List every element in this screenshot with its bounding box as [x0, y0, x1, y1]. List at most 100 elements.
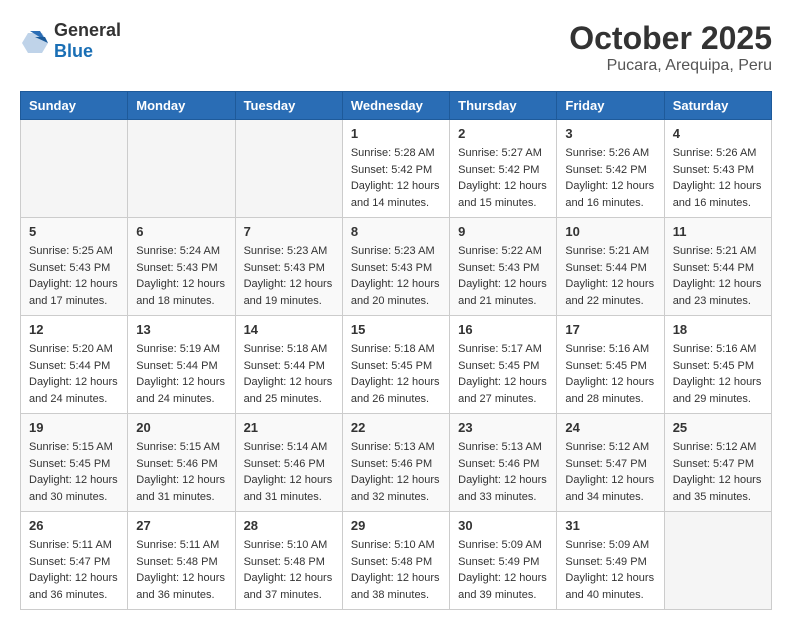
logo-blue: Blue [54, 41, 93, 61]
daylight-text: Daylight: 12 hours and 17 minutes. [29, 276, 119, 309]
day-info: Sunrise: 5:28 AMSunset: 5:42 PMDaylight:… [351, 145, 441, 211]
daylight-text: Daylight: 12 hours and 28 minutes. [565, 374, 655, 407]
weekday-header-row: SundayMondayTuesdayWednesdayThursdayFrid… [21, 92, 772, 120]
week-row-3: 12Sunrise: 5:20 AMSunset: 5:44 PMDayligh… [21, 316, 772, 414]
day-info: Sunrise: 5:25 AMSunset: 5:43 PMDaylight:… [29, 243, 119, 309]
daylight-text: Daylight: 12 hours and 23 minutes. [673, 276, 763, 309]
calendar-cell-2-4: 8Sunrise: 5:23 AMSunset: 5:43 PMDaylight… [342, 218, 449, 316]
calendar-cell-3-1: 12Sunrise: 5:20 AMSunset: 5:44 PMDayligh… [21, 316, 128, 414]
calendar-cell-1-5: 2Sunrise: 5:27 AMSunset: 5:42 PMDaylight… [450, 120, 557, 218]
calendar-cell-4-4: 22Sunrise: 5:13 AMSunset: 5:46 PMDayligh… [342, 414, 449, 512]
day-number: 12 [29, 322, 119, 337]
day-info: Sunrise: 5:09 AMSunset: 5:49 PMDaylight:… [458, 537, 548, 603]
day-info: Sunrise: 5:12 AMSunset: 5:47 PMDaylight:… [673, 439, 763, 505]
daylight-text: Daylight: 12 hours and 18 minutes. [136, 276, 226, 309]
day-info: Sunrise: 5:18 AMSunset: 5:45 PMDaylight:… [351, 341, 441, 407]
logo: General Blue [20, 20, 121, 62]
sunrise-text: Sunrise: 5:12 AM [565, 439, 655, 456]
day-info: Sunrise: 5:22 AMSunset: 5:43 PMDaylight:… [458, 243, 548, 309]
daylight-text: Daylight: 12 hours and 40 minutes. [565, 570, 655, 603]
daylight-text: Daylight: 12 hours and 24 minutes. [136, 374, 226, 407]
calendar-cell-3-3: 14Sunrise: 5:18 AMSunset: 5:44 PMDayligh… [235, 316, 342, 414]
sunrise-text: Sunrise: 5:26 AM [673, 145, 763, 162]
daylight-text: Daylight: 12 hours and 14 minutes. [351, 178, 441, 211]
sunrise-text: Sunrise: 5:28 AM [351, 145, 441, 162]
calendar-cell-3-2: 13 Sunrise: 5:19 AMSunset: 5:44 PMDayligh… [128, 316, 235, 414]
page-header: General Blue October 2025 Pucara, Arequi… [20, 20, 772, 75]
calendar-cell-1-2 [128, 120, 235, 218]
daylight-text: Daylight: 12 hours and 19 minutes. [244, 276, 334, 309]
day-number: 18 [673, 322, 763, 337]
sunrise-text: Sunrise: 5:25 AM [29, 243, 119, 260]
daylight-text: Daylight: 12 hours and 20 minutes. [351, 276, 441, 309]
sunrise-text: Sunrise: 5:22 AM [458, 243, 548, 260]
daylight-text: Daylight: 12 hours and 30 minutes. [29, 472, 119, 505]
week-row-2: 5Sunrise: 5:25 AMSunset: 5:43 PMDaylight… [21, 218, 772, 316]
day-info: Sunrise: 5:23 AMSunset: 5:43 PMDaylight:… [351, 243, 441, 309]
day-number: 26 [29, 518, 119, 533]
calendar-cell-2-7: 11Sunrise: 5:21 AMSunset: 5:44 PMDayligh… [664, 218, 771, 316]
calendar-cell-5-7 [664, 512, 771, 610]
day-info: Sunrise: 5:23 AMSunset: 5:43 PMDaylight:… [244, 243, 334, 309]
sunset-text: Sunset: 5:43 PM [351, 260, 441, 277]
sunset-text: Sunset: 5:45 PM [458, 358, 548, 375]
sunrise-text: Sunrise: 5:15 AM [136, 439, 226, 456]
calendar-cell-2-1: 5Sunrise: 5:25 AMSunset: 5:43 PMDaylight… [21, 218, 128, 316]
calendar-cell-3-6: 17Sunrise: 5:16 AMSunset: 5:45 PMDayligh… [557, 316, 664, 414]
location-subtitle: Pucara, Arequipa, Peru [569, 57, 772, 75]
day-info: Sunrise: 5:13 AMSunset: 5:46 PMDaylight:… [351, 439, 441, 505]
sunset-text: Sunset: 5:47 PM [565, 456, 655, 473]
calendar-cell-1-6: 3 Sunrise: 5:26 AMSunset: 5:42 PMDaylight… [557, 120, 664, 218]
day-number: 28 [244, 518, 334, 533]
daylight-text: Daylight: 12 hours and 26 minutes. [351, 374, 441, 407]
calendar-cell-5-3: 28 Sunrise: 5:10 AMSunset: 5:48 PMDayligh… [235, 512, 342, 610]
day-number: 17 [565, 322, 655, 337]
sunrise-text: Sunrise: 5:09 AM [458, 537, 548, 554]
sunset-text: Sunset: 5:44 PM [136, 358, 226, 375]
daylight-text: Daylight: 12 hours and 31 minutes. [136, 472, 226, 505]
day-number: 3 [565, 126, 655, 141]
day-number: 25 [673, 420, 763, 435]
day-info: Sunrise: 5:26 AMSunset: 5:42 PMDaylight:… [565, 145, 655, 211]
day-info: Sunrise: 5:18 AMSunset: 5:44 PMDaylight:… [244, 341, 334, 407]
weekday-sunday: Sunday [21, 92, 128, 120]
daylight-text: Daylight: 12 hours and 36 minutes. [29, 570, 119, 603]
day-info: Sunrise: 5:11 AMSunset: 5:47 PMDaylight:… [29, 537, 119, 603]
calendar-cell-4-3: 21Sunrise: 5:14 AMSunset: 5:46 PMDayligh… [235, 414, 342, 512]
sunset-text: Sunset: 5:43 PM [458, 260, 548, 277]
weekday-thursday: Thursday [450, 92, 557, 120]
sunset-text: Sunset: 5:46 PM [136, 456, 226, 473]
calendar-cell-5-4: 29Sunrise: 5:10 AMSunset: 5:48 PMDayligh… [342, 512, 449, 610]
sunset-text: Sunset: 5:44 PM [29, 358, 119, 375]
sunset-text: Sunset: 5:46 PM [351, 456, 441, 473]
day-number: 13 [136, 322, 226, 337]
day-number: 31 [565, 518, 655, 533]
daylight-text: Daylight: 12 hours and 32 minutes. [351, 472, 441, 505]
sunset-text: Sunset: 5:49 PM [565, 554, 655, 571]
day-info: Sunrise: 5:12 AMSunset: 5:47 PMDaylight:… [565, 439, 655, 505]
day-info: Sunrise: 5:21 AMSunset: 5:44 PMDaylight:… [673, 243, 763, 309]
sunrise-text: Sunrise: 5:19 AM [136, 341, 226, 358]
sunset-text: Sunset: 5:42 PM [351, 162, 441, 179]
day-info: Sunrise: 5:10 AMSunset: 5:48 PMDaylight:… [351, 537, 441, 603]
day-number: 16 [458, 322, 548, 337]
logo-general: General [54, 20, 121, 40]
sunrise-text: Sunrise: 5:14 AM [244, 439, 334, 456]
sunset-text: Sunset: 5:47 PM [673, 456, 763, 473]
daylight-text: Daylight: 12 hours and 24 minutes. [29, 374, 119, 407]
day-info: Sunrise: 5:10 AMSunset: 5:48 PMDaylight:… [244, 537, 334, 603]
sunset-text: Sunset: 5:44 PM [565, 260, 655, 277]
sunset-text: Sunset: 5:48 PM [136, 554, 226, 571]
sunrise-text: Sunrise: 5:23 AM [244, 243, 334, 260]
day-number: 2 [458, 126, 548, 141]
sunset-text: Sunset: 5:44 PM [673, 260, 763, 277]
day-info: Sunrise: 5:15 AMSunset: 5:45 PMDaylight:… [29, 439, 119, 505]
day-info: Sunrise: 5:14 AMSunset: 5:46 PMDaylight:… [244, 439, 334, 505]
calendar-table: SundayMondayTuesdayWednesdayThursdayFrid… [20, 91, 772, 610]
week-row-4: 19Sunrise: 5:15 AMSunset: 5:45 PMDayligh… [21, 414, 772, 512]
day-info: Sunrise: 5:26 AMSunset: 5:43 PMDaylight:… [673, 145, 763, 211]
sunset-text: Sunset: 5:47 PM [29, 554, 119, 571]
sunset-text: Sunset: 5:42 PM [458, 162, 548, 179]
calendar-cell-1-7: 4Sunrise: 5:26 AMSunset: 5:43 PMDaylight… [664, 120, 771, 218]
day-number: 23 [458, 420, 548, 435]
